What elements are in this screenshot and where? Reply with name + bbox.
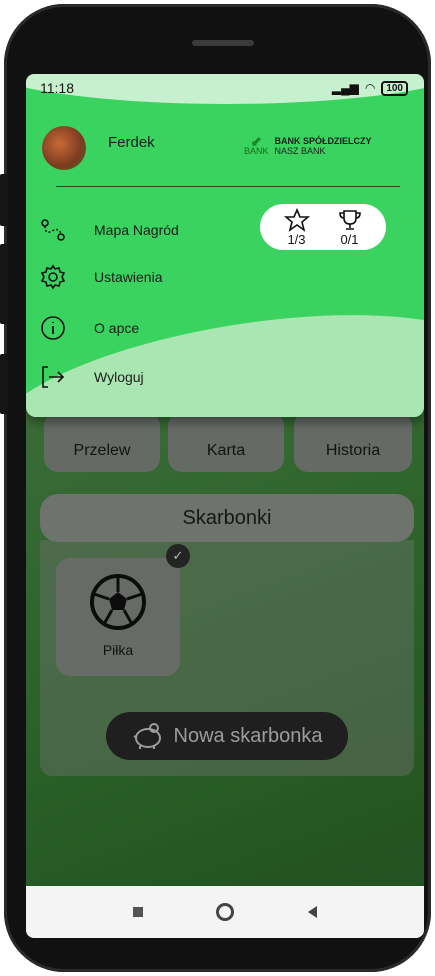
username: Ferdek bbox=[108, 134, 155, 151]
stars-count: 1/3 bbox=[287, 231, 306, 247]
phone-frame: Przelew Karta Historia Skarbonki Piłka ✓… bbox=[0, 4, 431, 972]
battery-level: 100 bbox=[386, 82, 403, 94]
leaf-icon: ⬋ bbox=[250, 133, 263, 149]
info-icon bbox=[40, 315, 66, 341]
menu-label: Wyloguj bbox=[94, 369, 144, 385]
trophies-count: 0/1 bbox=[340, 231, 359, 247]
menu-item-ustawienia[interactable]: Ustawienia bbox=[40, 264, 162, 290]
menu-item-mapa-nagrod[interactable]: Mapa Nagród bbox=[40, 217, 179, 243]
android-nav-bar bbox=[26, 886, 424, 938]
volume-button bbox=[0, 174, 8, 226]
battery-icon: 100 bbox=[381, 80, 408, 96]
menu-item-o-apce[interactable]: O apce bbox=[40, 315, 139, 341]
drawer-wave bbox=[26, 284, 424, 417]
bank-subtitle: NASZ BANK bbox=[274, 146, 326, 156]
gear-icon bbox=[40, 264, 66, 290]
drawer-divider bbox=[56, 186, 400, 187]
menu-item-wyloguj[interactable]: Wyloguj bbox=[40, 364, 144, 390]
bank-logo: ⬋ BANK BANK SPÓŁDZIELCZY NASZ BANK bbox=[244, 133, 372, 156]
achievements-badge[interactable]: 1/3 0/1 bbox=[260, 204, 386, 250]
volume-button bbox=[0, 244, 8, 324]
home-icon[interactable] bbox=[216, 903, 235, 921]
wifi-icon: ◠ bbox=[364, 81, 376, 95]
side-drawer: 11:18 ▂▄▆ ◠ 100 Ferdek ⬋ BANK BANK SPÓŁD… bbox=[26, 74, 424, 417]
recents-icon[interactable] bbox=[132, 907, 143, 917]
status-bar: 11:18 ▂▄▆ ◠ 100 bbox=[26, 74, 424, 102]
menu-label: Mapa Nagród bbox=[94, 222, 179, 238]
logout-icon bbox=[40, 364, 66, 390]
signal-icon: ▂▄▆ bbox=[331, 81, 359, 95]
bank-emblem: ⬋ BANK bbox=[244, 133, 269, 156]
back-icon[interactable] bbox=[308, 906, 318, 918]
bank-name: BANK SPÓŁDZIELCZY bbox=[274, 136, 372, 146]
speaker-grille bbox=[192, 40, 254, 46]
avatar[interactable] bbox=[42, 126, 86, 170]
trophy-icon bbox=[338, 209, 361, 230]
menu-label: O apce bbox=[94, 320, 140, 336]
star-icon bbox=[283, 207, 310, 232]
menu-label: Ustawienia bbox=[94, 269, 163, 285]
bank-logo-text: BANK bbox=[244, 146, 269, 156]
route-icon bbox=[40, 217, 66, 243]
screen: Przelew Karta Historia Skarbonki Piłka ✓… bbox=[26, 74, 424, 938]
clock: 11:18 bbox=[40, 80, 74, 96]
power-button bbox=[0, 354, 8, 414]
